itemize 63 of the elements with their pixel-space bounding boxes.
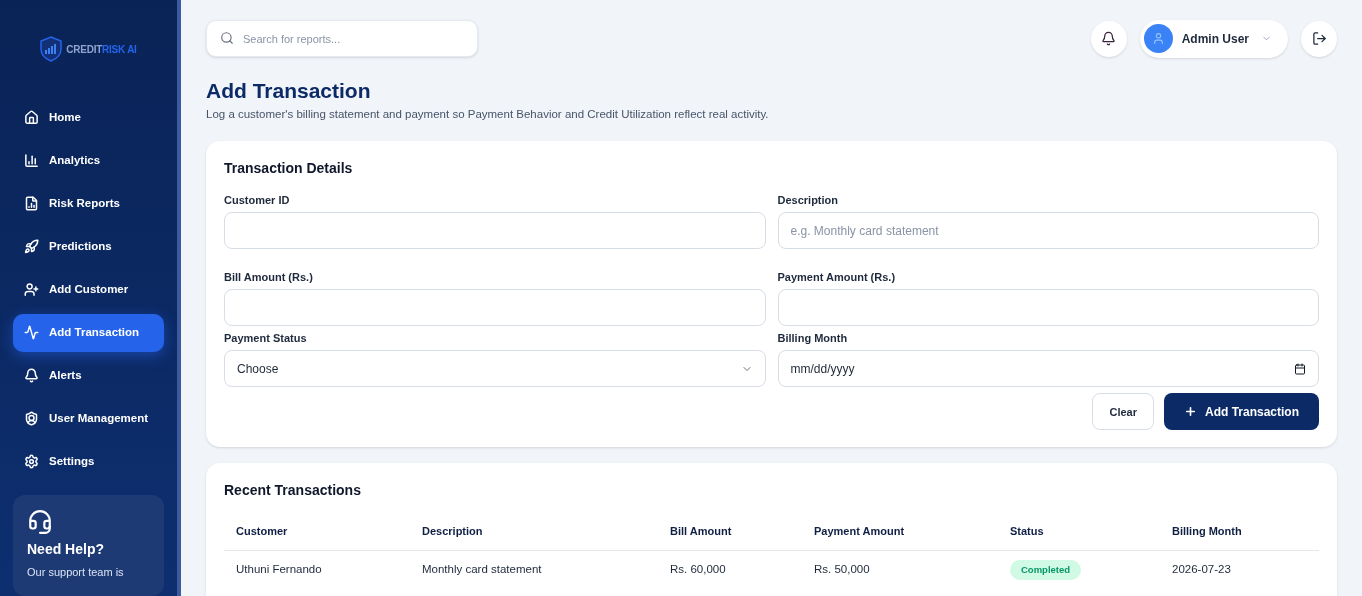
text-field[interactable] xyxy=(224,289,766,327)
nav-item[interactable]: Alerts xyxy=(13,356,164,395)
report-icon xyxy=(24,196,39,212)
pulse-icon xyxy=(24,325,39,341)
page-subtitle: Log a customer's billing statement and payment so Payment Behavior and Credit Utilization reflect real activity. xyxy=(206,107,770,122)
table-cell-text: Rs. 60,000 xyxy=(670,562,727,578)
field-label: Payment Status xyxy=(224,331,308,345)
table-cell-text: Uthuni Fernando xyxy=(236,562,323,578)
card-title: Recent Transactions xyxy=(224,481,362,501)
text-field[interactable]: e.g. Monthly card statement xyxy=(777,212,1319,250)
search-icon xyxy=(220,31,234,45)
date-field[interactable]: mm/dd/yyyy xyxy=(777,350,1319,388)
logout-icon xyxy=(1311,31,1327,46)
calendar-icon xyxy=(1294,362,1306,375)
plus-icon xyxy=(1184,405,1197,419)
nav-item[interactable]: Home xyxy=(13,98,164,137)
table-cell-text: Monthly card statement xyxy=(422,562,543,578)
shield-chart-icon xyxy=(40,36,63,63)
column-header: Status xyxy=(1010,524,1045,540)
column-header: Customer xyxy=(236,524,289,540)
search-field[interactable]: Search for reports... xyxy=(206,20,478,57)
nav-item[interactable]: Add Customer xyxy=(13,270,164,309)
page-title: Add Transaction xyxy=(206,78,372,104)
home-icon xyxy=(24,110,39,126)
help-text: Our support team is xyxy=(27,564,125,580)
column-header: Billing Month xyxy=(1172,524,1243,540)
shield-user-icon xyxy=(24,411,39,427)
table-cell-text: 2026-07-23 xyxy=(1172,562,1232,578)
bar-chart-icon xyxy=(24,153,39,169)
user-menu[interactable]: Admin User xyxy=(1139,19,1288,58)
column-header: Payment Amount xyxy=(814,524,906,540)
nav-item[interactable]: Analytics xyxy=(13,141,164,180)
notifications-button[interactable] xyxy=(1090,20,1127,57)
bell-icon xyxy=(1101,31,1117,46)
user-icon xyxy=(1151,32,1165,45)
headset-icon xyxy=(27,508,53,535)
card-title: Transaction Details xyxy=(224,159,354,179)
settings-icon xyxy=(24,454,39,470)
status-badge: Completed xyxy=(1010,559,1082,580)
field-label: Customer ID xyxy=(224,193,291,207)
field-label: Bill Amount (Rs.) xyxy=(224,270,314,284)
nav-item[interactable]: Add Transaction xyxy=(13,313,164,352)
user-plus-icon xyxy=(24,282,39,298)
bell-icon xyxy=(24,368,39,384)
text-field[interactable] xyxy=(777,289,1319,327)
help-title: Need Help? xyxy=(27,539,105,559)
logo-text: CREDITRISK AI xyxy=(66,42,137,57)
field-label: Description xyxy=(777,193,839,207)
select-field[interactable]: Choose xyxy=(224,350,766,388)
nav-item[interactable]: Settings xyxy=(13,442,164,481)
nav-item[interactable]: Predictions xyxy=(13,227,164,266)
add-transaction-button[interactable]: Add Transaction xyxy=(1164,393,1319,431)
column-header: Description xyxy=(422,524,484,540)
rocket-icon xyxy=(24,239,39,255)
text-field[interactable] xyxy=(224,212,766,250)
nav-item[interactable]: User Management xyxy=(13,399,164,438)
nav-item[interactable]: Risk Reports xyxy=(13,184,164,223)
column-header: Bill Amount xyxy=(670,524,733,540)
clear-button[interactable]: Clear xyxy=(1092,393,1154,431)
field-label: Payment Amount (Rs.) xyxy=(777,270,897,284)
table-cell-text: Rs. 50,000 xyxy=(814,562,871,578)
field-label: Billing Month xyxy=(777,331,849,345)
logout-button[interactable] xyxy=(1301,20,1337,57)
